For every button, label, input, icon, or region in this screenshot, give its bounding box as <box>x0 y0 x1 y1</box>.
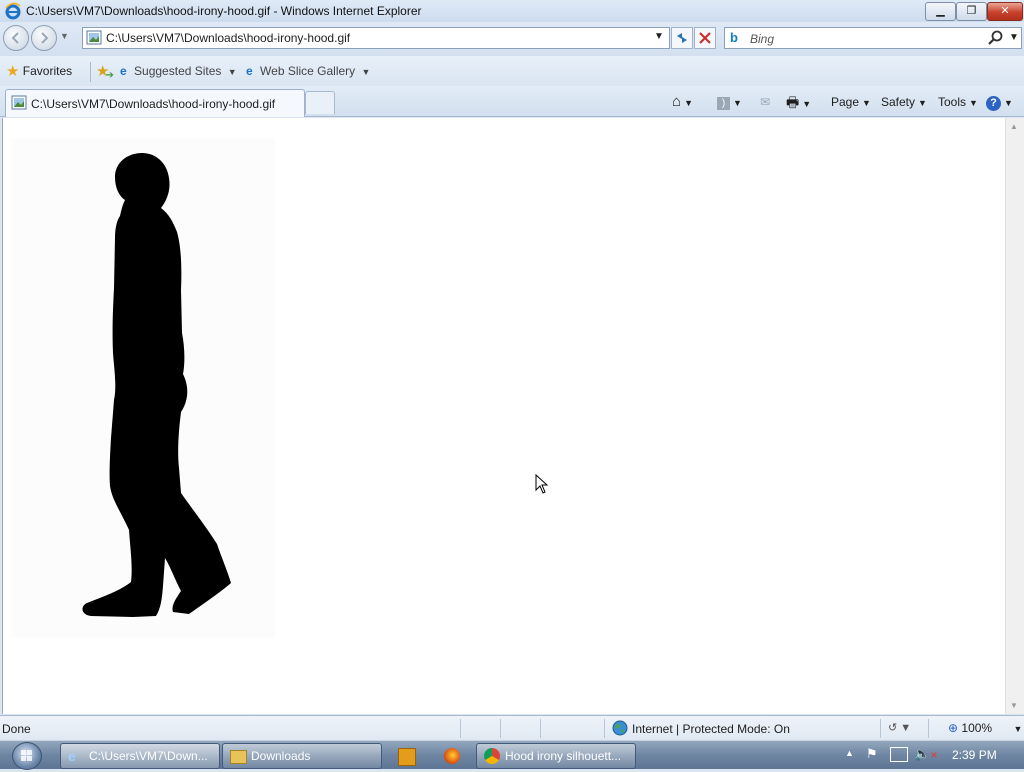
start-button[interactable] <box>12 742 42 770</box>
close-button[interactable]: ✕ <box>987 2 1023 21</box>
minimize-button[interactable]: ▁ <box>925 2 956 21</box>
help-icon: ? <box>986 96 1001 111</box>
network-icon[interactable] <box>890 747 908 762</box>
search-icon[interactable] <box>987 29 1005 47</box>
internet-globe-icon <box>612 720 628 736</box>
forward-arrow-icon <box>41 32 49 44</box>
image-file-icon <box>11 95 27 110</box>
back-arrow-icon <box>11 32 19 44</box>
taskbar-item-media-player[interactable] <box>386 743 426 769</box>
volume-muted-icon[interactable]: 🔈✕ <box>914 746 938 762</box>
search-options-dropdown[interactable]: ▼ <box>1009 32 1019 43</box>
navigation-bar: ▼ C:\Users\VM7\Downloads\hood-irony-hood… <box>0 22 1024 56</box>
scroll-up-arrow-icon[interactable]: ▲ <box>1010 122 1018 131</box>
address-dropdown-icon[interactable]: ▼ <box>654 31 664 42</box>
star-icon: ★ <box>6 63 20 80</box>
chevron-down-icon: ▼ <box>361 67 371 77</box>
bing-icon: b <box>730 30 738 45</box>
favorites-button[interactable]: ★ Favorites <box>6 62 72 80</box>
stop-button[interactable] <box>694 27 716 49</box>
print-button[interactable]: 🖶 ▼ <box>786 92 811 112</box>
chevron-down-icon: ▼ <box>918 98 927 108</box>
chevron-down-icon: ▼ <box>969 98 978 108</box>
address-bar[interactable]: C:\Users\VM7\Downloads\hood-irony-hood.g… <box>82 27 670 49</box>
search-input[interactable]: Bing <box>750 32 774 46</box>
separator <box>880 719 881 738</box>
gif-image <box>11 138 275 638</box>
ie-icon <box>5 2 21 20</box>
refresh-icon <box>677 33 687 43</box>
taskbar-item-downloads[interactable]: Downloads <box>222 743 382 769</box>
taskbar-item-firefox[interactable] <box>432 743 472 769</box>
chevron-down-icon: ▼ <box>862 98 871 108</box>
rss-feed-icon: ) <box>717 97 730 110</box>
mail-icon: ✉ <box>760 95 771 109</box>
tab-row: C:\Users\VM7\Downloads\hood-irony-hood.g… <box>0 86 1024 117</box>
ie-icon: e <box>246 64 253 78</box>
separator <box>928 719 929 738</box>
chevron-down-icon: ▼ <box>1013 724 1023 734</box>
window-title: C:\Users\VM7\Downloads\hood-irony-hood.g… <box>26 4 422 18</box>
favorites-item-suggested-sites[interactable]: e Suggested Sites ▼ <box>120 64 237 78</box>
tab-active[interactable]: C:\Users\VM7\Downloads\hood-irony-hood.g… <box>5 89 305 117</box>
tools-menu[interactable]: Tools ▼ <box>938 92 978 112</box>
zoom-icon: ⊕ <box>948 721 959 735</box>
security-zone[interactable]: Internet | Protected Mode: On <box>632 722 790 736</box>
chevron-down-icon: ▼ <box>227 67 237 77</box>
media-player-icon <box>398 748 416 766</box>
mouse-cursor-icon <box>535 474 549 494</box>
separator <box>604 719 605 738</box>
feeds-button[interactable]: ) ▼ <box>717 92 742 112</box>
page-content <box>2 118 1005 714</box>
status-text: Done <box>2 722 31 736</box>
home-button[interactable]: ⌂ ▼ <box>672 92 693 112</box>
search-box[interactable]: b Bing ▼ <box>724 27 1022 49</box>
separator <box>460 719 461 738</box>
separator <box>540 719 541 738</box>
help-button[interactable]: ? ▼ <box>986 92 1013 112</box>
add-to-favorites-bar-icon[interactable]: ★➔ <box>96 62 118 81</box>
ie-icon: e <box>68 748 76 764</box>
walking-man-silhouette <box>82 153 232 617</box>
clock[interactable]: 2:39 PM <box>952 748 997 762</box>
show-hidden-icons-button[interactable]: ▲ <box>845 748 854 758</box>
maximize-button[interactable]: ❐ <box>956 2 987 21</box>
printer-icon: 🖶 <box>786 94 800 110</box>
firefox-icon <box>444 748 460 764</box>
folder-icon <box>230 750 247 764</box>
taskbar-item-ie[interactable]: e C:\Users\VM7\Down... <box>60 743 220 769</box>
recent-pages-dropdown[interactable]: ▼ <box>60 31 69 41</box>
taskbar: e C:\Users\VM7\Down... Downloads Hood ir… <box>0 740 1024 770</box>
ie-icon: e <box>120 64 127 78</box>
favorites-bar: ★ Favorites ★➔ e Suggested Sites ▼ e Web… <box>0 56 1024 86</box>
address-input[interactable]: C:\Users\VM7\Downloads\hood-irony-hood.g… <box>106 31 350 45</box>
forward-button[interactable] <box>31 25 57 51</box>
taskbar-item-chrome[interactable]: Hood irony silhouett... <box>476 743 636 769</box>
windows-logo-icon <box>21 750 32 761</box>
page-menu[interactable]: Page ▼ <box>831 92 871 112</box>
scroll-down-arrow-icon[interactable]: ▼ <box>1010 701 1018 710</box>
zoom-level[interactable]: ⊕ 100% ▼ <box>948 721 1022 735</box>
separator <box>90 62 91 82</box>
stop-icon <box>699 32 711 44</box>
separator <box>500 719 501 738</box>
image-file-icon <box>86 30 102 45</box>
chrome-icon <box>484 748 500 764</box>
back-button[interactable] <box>3 25 29 51</box>
favorites-label: Favorites <box>22 64 73 78</box>
read-mail-button[interactable]: ✉ <box>760 92 770 112</box>
new-tab-button[interactable] <box>305 91 335 114</box>
vertical-scrollbar[interactable] <box>1005 118 1024 714</box>
refresh-button[interactable] <box>671 27 693 49</box>
favorites-item-web-slice-gallery[interactable]: e Web Slice Gallery ▼ <box>246 64 370 78</box>
home-icon: ⌂ <box>672 93 682 110</box>
tab-label: C:\Users\VM7\Downloads\hood-irony-hood.g… <box>31 97 276 111</box>
title-bar: C:\Users\VM7\Downloads\hood-irony-hood.g… <box>0 0 1024 23</box>
change-settings-icon[interactable]: ↺ ▼ <box>888 721 911 734</box>
action-center-flag-icon[interactable]: ⚑ <box>866 746 878 762</box>
status-bar: Done Internet | Protected Mode: On ↺ ▼ ⊕… <box>0 715 1024 741</box>
safety-menu[interactable]: Safety ▼ <box>881 92 927 112</box>
